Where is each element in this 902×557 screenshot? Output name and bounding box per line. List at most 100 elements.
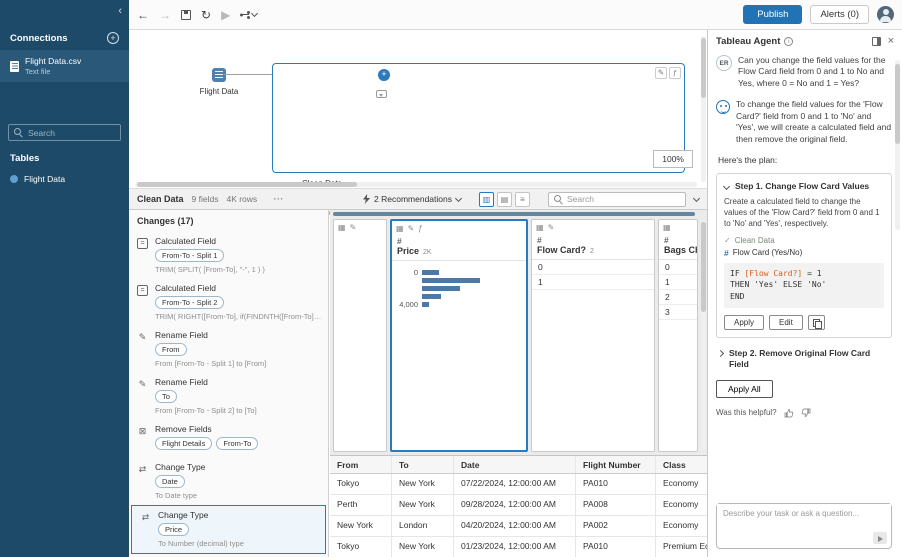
value-row[interactable]: 2 bbox=[659, 290, 697, 305]
histogram-bar[interactable] bbox=[422, 294, 441, 299]
step-1-header[interactable]: Step 1. Change Flow Card Values bbox=[724, 181, 884, 192]
user-avatar[interactable] bbox=[877, 6, 894, 23]
price-histogram[interactable]: 0 4,000 bbox=[392, 261, 526, 309]
change-item-calculated-1[interactable]: = Calculated Field From-To - Split 1 TRI… bbox=[129, 232, 328, 279]
connection-item-flight-data[interactable]: Flight Data.csv Text file bbox=[0, 50, 129, 82]
close-icon[interactable]: × bbox=[888, 37, 894, 46]
clean-node-selected-box[interactable]: ✎ ƒ bbox=[272, 63, 685, 173]
dock-panel-icon[interactable] bbox=[872, 37, 881, 46]
grid-icon[interactable]: ▦ bbox=[663, 223, 671, 233]
value-row[interactable]: 1 bbox=[532, 275, 654, 290]
refresh-icon[interactable]: ↻ bbox=[201, 8, 211, 22]
info-icon[interactable]: i bbox=[784, 37, 793, 46]
collapse-pane-icon[interactable] bbox=[693, 194, 700, 201]
grid-icon[interactable]: ▦ bbox=[396, 224, 404, 234]
grid-icon[interactable]: ▦ bbox=[338, 223, 346, 233]
column-header[interactable]: Date bbox=[454, 456, 576, 473]
profile-horizontal-scrollbar[interactable] bbox=[333, 212, 695, 216]
run-flow-icon[interactable]: ▶ bbox=[221, 8, 230, 22]
recommendations-button[interactable]: 2 Recommendations bbox=[363, 194, 461, 204]
field-pill[interactable]: From bbox=[155, 343, 187, 356]
column-header[interactable]: Class bbox=[656, 456, 707, 473]
field-name[interactable]: Price bbox=[397, 246, 419, 256]
flow-node-flight-data[interactable]: Flight Data bbox=[187, 68, 251, 96]
list-view-toggle[interactable]: ≡ bbox=[515, 192, 530, 207]
number-type-icon[interactable]: # bbox=[659, 234, 697, 245]
publish-button[interactable]: Publish bbox=[743, 5, 802, 24]
collapse-sidebar-icon[interactable]: ‹ bbox=[118, 5, 122, 17]
change-item-rename-2[interactable]: ✎ Rename Field To From [From-To - Split … bbox=[129, 373, 328, 420]
zoom-level-indicator[interactable]: 100% bbox=[653, 150, 693, 168]
save-icon[interactable] bbox=[181, 10, 191, 20]
profile-search-input[interactable] bbox=[567, 194, 667, 204]
change-item-remove-fields[interactable]: ⊠ Remove Fields Flight Details From-To bbox=[129, 420, 328, 458]
number-type-icon[interactable]: # bbox=[392, 235, 526, 246]
histogram-bar[interactable] bbox=[422, 278, 480, 283]
change-item-calculated-2[interactable]: = Calculated Field From-To - Split 2 TRI… bbox=[129, 279, 328, 326]
profile-view-toggle[interactable]: ▥ bbox=[479, 192, 494, 207]
column-header[interactable]: To bbox=[392, 456, 454, 473]
value-row[interactable]: 0 bbox=[659, 260, 697, 275]
agent-input-textarea[interactable] bbox=[717, 504, 891, 532]
annotation-bubble-icon[interactable] bbox=[376, 90, 387, 98]
column-header[interactable]: Flight Number bbox=[576, 456, 656, 473]
apply-all-button[interactable]: Apply All bbox=[716, 380, 773, 398]
profile-card-price[interactable]: ▦ ✎ ƒ # Price 2K 0 bbox=[390, 219, 528, 452]
pencil-icon[interactable]: ✎ bbox=[350, 223, 357, 233]
field-name[interactable]: Flow Card? bbox=[537, 245, 586, 255]
field-pill[interactable]: Date bbox=[155, 475, 185, 488]
more-options-icon[interactable]: ⋯ bbox=[273, 194, 284, 205]
send-icon[interactable] bbox=[873, 532, 887, 544]
histogram-bar[interactable] bbox=[422, 302, 429, 307]
apply-button[interactable]: Apply bbox=[724, 315, 764, 330]
sidebar-search[interactable] bbox=[8, 124, 121, 141]
table-item-flight-data[interactable]: Flight Data bbox=[0, 170, 129, 188]
field-pill[interactable]: Price bbox=[158, 523, 189, 536]
thumbs-up-icon[interactable] bbox=[784, 408, 794, 418]
table-row[interactable]: Tokyo New York 07/22/2024, 12:00:00 AM P… bbox=[330, 474, 707, 495]
profile-search[interactable] bbox=[548, 192, 686, 207]
thumbs-down-icon[interactable] bbox=[801, 408, 811, 418]
edit-button[interactable]: Edit bbox=[769, 315, 803, 330]
table-row[interactable]: Perth New York 09/28/2024, 12:00:00 AM P… bbox=[330, 495, 707, 516]
undo-back-icon[interactable]: ← bbox=[137, 8, 149, 22]
agent-vertical-scrollbar[interactable] bbox=[895, 60, 900, 230]
field-name[interactable]: Bags Checked bbox=[664, 245, 698, 255]
redo-forward-icon[interactable]: → bbox=[159, 8, 171, 22]
add-connection-icon[interactable]: + bbox=[107, 32, 119, 44]
calc-icon[interactable]: ƒ bbox=[418, 224, 422, 234]
field-pill[interactable]: From-To - Split 2 bbox=[155, 296, 224, 309]
column-header[interactable]: From bbox=[330, 456, 392, 473]
add-step-icon[interactable]: + bbox=[378, 69, 390, 81]
value-row[interactable]: 3 bbox=[659, 305, 697, 320]
histogram-bar[interactable] bbox=[422, 270, 439, 275]
plan-step-2-header[interactable]: Step 2. Remove Original Flow Card Field bbox=[716, 346, 892, 378]
flow-options[interactable] bbox=[240, 10, 257, 20]
field-pill[interactable]: To bbox=[155, 390, 177, 403]
alerts-button[interactable]: Alerts (0) bbox=[810, 5, 869, 24]
histogram-bar[interactable] bbox=[422, 286, 460, 291]
profile-card-bags-checked[interactable]: ▦ # Bags Checked 0 1 2 3 bbox=[658, 219, 698, 452]
profile-card-partial[interactable]: ▦ ✎ bbox=[333, 219, 387, 452]
value-row[interactable]: 0 bbox=[532, 260, 654, 275]
profile-vertical-scrollbar[interactable] bbox=[701, 220, 706, 450]
flow-canvas[interactable]: Flight Data ✎ ƒ Clean Data Create a clea… bbox=[129, 30, 707, 188]
change-item-change-type-price[interactable]: ⇄ Change Type Price To Number (decimal) … bbox=[131, 505, 326, 554]
number-type-icon[interactable]: # bbox=[532, 234, 654, 245]
sidebar-search-input[interactable] bbox=[28, 128, 113, 138]
change-item-rename-1[interactable]: ✎ Rename Field From From [From-To - Spli… bbox=[129, 326, 328, 373]
grid-icon[interactable]: ▦ bbox=[536, 223, 544, 233]
field-pill[interactable]: From-To - Split 1 bbox=[155, 249, 224, 262]
canvas-horizontal-scrollbar[interactable] bbox=[135, 182, 697, 187]
value-row[interactable]: 1 bbox=[659, 275, 697, 290]
field-pill[interactable]: Flight Details bbox=[155, 437, 212, 450]
pencil-icon[interactable]: ✎ bbox=[548, 223, 555, 233]
agent-input-box[interactable] bbox=[716, 503, 892, 549]
table-row[interactable]: New York London 04/20/2024, 12:00:00 AM … bbox=[330, 516, 707, 537]
data-grid-view-toggle[interactable]: ▤ bbox=[497, 192, 512, 207]
field-pill[interactable]: From-To bbox=[216, 437, 258, 450]
canvas-vertical-scrollbar[interactable] bbox=[701, 36, 706, 182]
change-item-change-type-date[interactable]: ⇄ Change Type Date To Date type bbox=[129, 458, 328, 505]
table-row[interactable]: Tokyo New York 01/23/2024, 12:00:00 AM P… bbox=[330, 537, 707, 557]
copy-icon[interactable] bbox=[808, 315, 825, 330]
